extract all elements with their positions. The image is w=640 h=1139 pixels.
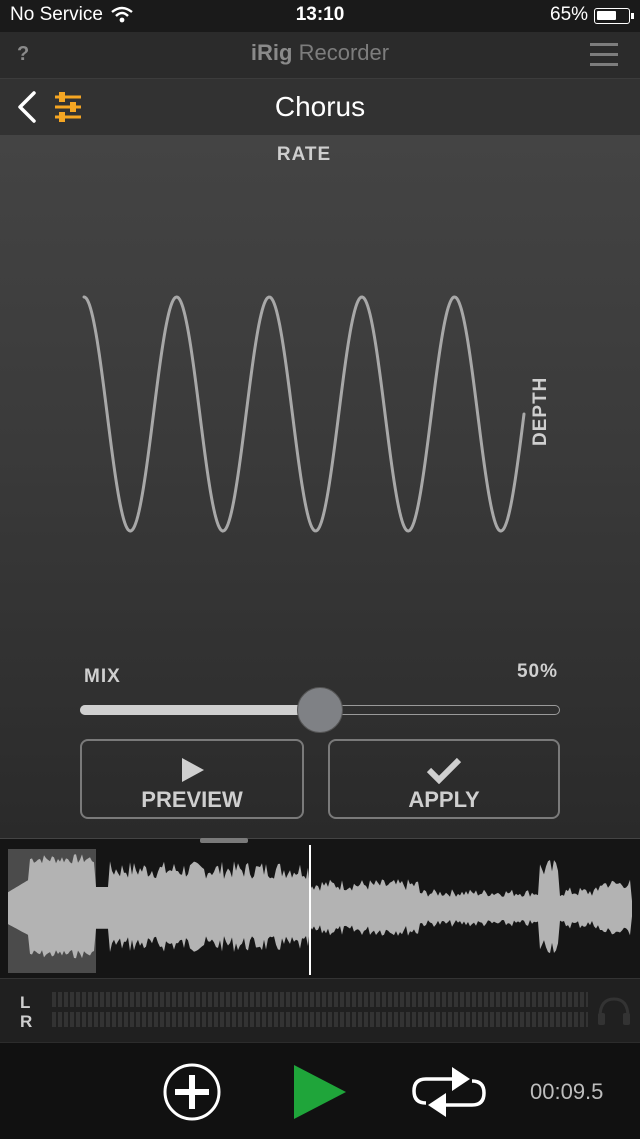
app-title: iRig Recorder [0, 40, 640, 66]
effect-header: Chorus [0, 79, 640, 136]
lfo-waveform[interactable] [70, 286, 540, 546]
level-meters: L R [0, 978, 640, 1043]
effect-title: Chorus [274, 91, 366, 122]
playhead[interactable] [309, 845, 311, 975]
headphones-icon[interactable] [596, 995, 632, 1027]
waveform-view[interactable] [0, 838, 640, 979]
mix-slider[interactable] [80, 687, 560, 733]
clock: 13:10 [295, 4, 345, 25]
meter-left-label: L [20, 993, 31, 1012]
brand-bold: iRig [250, 40, 293, 65]
preview-label: PREVIEW [141, 787, 243, 812]
loop-icon[interactable] [412, 1065, 486, 1119]
apply-label: APPLY [408, 787, 480, 812]
meter-right-label: R [20, 1012, 33, 1031]
meter-left-bar [52, 992, 588, 1007]
elapsed-time: 00:09.5 [530, 1079, 604, 1104]
depth-label: DEPTH [530, 376, 551, 446]
status-bar: No Service 13:10 65% [0, 0, 640, 32]
plus-circle-icon[interactable] [162, 1062, 222, 1122]
app-header: ? iRig Recorder [0, 32, 640, 79]
effect-panel: RATE DEPTH MIX 50% PREVIEW APPLY [0, 136, 640, 838]
transport-bar: 00:09.5 [0, 1042, 640, 1139]
play-icon[interactable] [292, 1063, 348, 1121]
checkmark-icon [426, 757, 462, 784]
preview-button[interactable]: PREVIEW [80, 739, 304, 819]
battery-percent: 65% [550, 4, 589, 25]
slider-knob[interactable] [297, 687, 343, 733]
hamburger-menu-icon[interactable] [590, 43, 618, 67]
battery-icon [594, 8, 630, 24]
mix-value: 50% [516, 661, 558, 682]
rate-label: RATE [276, 144, 332, 165]
brand-rest: Recorder [292, 40, 390, 65]
meter-right-bar [52, 1012, 588, 1027]
mix-label: MIX [84, 666, 121, 687]
play-icon [182, 758, 204, 782]
apply-button[interactable]: APPLY [328, 739, 560, 819]
audio-waveform [8, 854, 632, 959]
slider-fill [80, 705, 320, 715]
